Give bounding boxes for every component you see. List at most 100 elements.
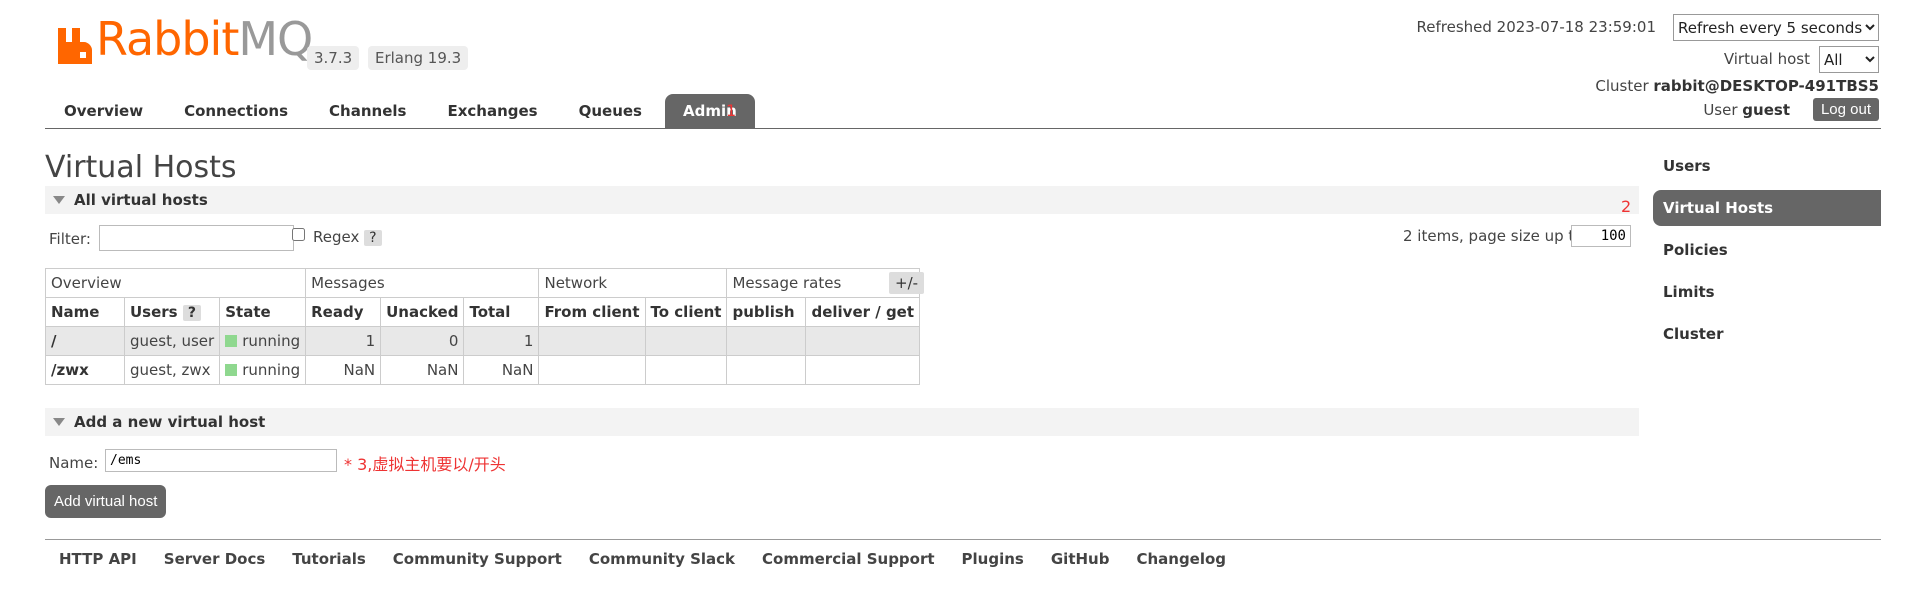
footer-link-community-support[interactable]: Community Support: [393, 550, 562, 568]
footer-link-github[interactable]: GitHub: [1051, 550, 1110, 568]
vhost-unacked: 0: [380, 326, 465, 356]
section-title: All virtual hosts: [74, 191, 208, 209]
add-virtual-host-button[interactable]: Add virtual host: [45, 485, 167, 518]
virtual-host-select[interactable]: All: [1819, 46, 1879, 73]
vhost-to-client: [644, 355, 728, 385]
virtual-hosts-table: Overview Messages Network Message rates …: [44, 268, 921, 385]
sidebar-item-limits[interactable]: Limits: [1653, 274, 1881, 310]
cluster-info: Cluster rabbit@DESKTOP-491TBS5: [1595, 77, 1879, 95]
vhost-name-input[interactable]: [105, 449, 337, 472]
users-help-button[interactable]: ?: [182, 305, 201, 321]
tab-exchanges[interactable]: Exchanges: [429, 94, 555, 128]
col-to-client: To client: [644, 297, 728, 327]
tab-overview[interactable]: Overview: [46, 94, 161, 128]
group-messages: Messages: [305, 268, 540, 298]
regex-label: Regex ?: [313, 228, 382, 246]
col-deliver-get: deliver / get: [805, 297, 921, 327]
filter-input[interactable]: [99, 225, 294, 251]
annotation-1: 1: [726, 101, 737, 120]
vhost-name-link[interactable]: /: [45, 326, 125, 356]
col-name[interactable]: Name: [45, 297, 125, 327]
table-column-header: Name Users ? State Ready Unacked Total F…: [45, 297, 921, 327]
table-group-header: Overview Messages Network Message rates: [44, 268, 921, 298]
logo-text: RabbitMQTM: [96, 12, 328, 66]
col-ready: Ready: [305, 297, 382, 327]
col-from-client: From client: [538, 297, 646, 327]
vhost-deliver-get: [805, 355, 921, 385]
vhost-to-client: [644, 326, 728, 356]
running-status-icon: [225, 335, 238, 347]
refresh-interval-select[interactable]: Refresh every 5 seconds: [1673, 14, 1879, 41]
columns-toggle-button[interactable]: +/-: [889, 272, 925, 294]
sidebar-item-policies[interactable]: Policies: [1653, 232, 1881, 268]
vhost-from-client: [538, 326, 646, 356]
col-publish: publish: [726, 297, 807, 327]
annotation-2: 2: [1621, 197, 1632, 216]
footer-link-commercial-support[interactable]: Commercial Support: [762, 550, 935, 568]
tab-channels[interactable]: Channels: [311, 94, 424, 128]
table-row: / guest, user running 1 0 1: [45, 326, 921, 356]
vhost-deliver-get: [805, 326, 921, 356]
vhost-name-link[interactable]: /zwx: [45, 355, 125, 385]
version-badge: 3.7.3: [307, 46, 360, 70]
cluster-name: rabbit@DESKTOP-491TBS5: [1653, 77, 1879, 95]
virtual-host-label: Virtual host: [1723, 50, 1810, 68]
filter-label: Filter:: [49, 230, 91, 248]
erlang-version-badge: Erlang 19.3: [368, 46, 469, 70]
collapse-triangle-icon: [53, 418, 65, 426]
footer-link-community-slack[interactable]: Community Slack: [589, 550, 735, 568]
main-tabs: Overview Connections Channels Exchanges …: [46, 94, 760, 128]
section-title: Add a new virtual host: [74, 413, 266, 431]
regex-help-button[interactable]: ?: [364, 230, 382, 246]
footer-link-plugins[interactable]: Plugins: [962, 550, 1024, 568]
sidebar-item-cluster[interactable]: Cluster: [1653, 316, 1881, 352]
tab-divider: [45, 128, 1881, 129]
footer-links: HTTP API Server Docs Tutorials Community…: [59, 550, 1253, 568]
group-overview: Overview: [44, 268, 307, 298]
tab-queues[interactable]: Queues: [561, 94, 660, 128]
footer-link-server-docs[interactable]: Server Docs: [164, 550, 266, 568]
logout-button[interactable]: Log out: [1812, 98, 1879, 121]
vhost-publish: [726, 355, 807, 385]
footer-link-http-api[interactable]: HTTP API: [59, 550, 137, 568]
col-total: Total: [463, 297, 540, 327]
regex-checkbox[interactable]: [292, 228, 305, 241]
footer-divider: [45, 539, 1881, 540]
items-count-label: 2 items, page size up to: [1403, 227, 1584, 245]
footer-link-tutorials[interactable]: Tutorials: [292, 550, 365, 568]
sidebar-item-users[interactable]: Users: [1653, 148, 1881, 184]
page-size-input[interactable]: [1571, 225, 1631, 247]
add-virtual-host-section-toggle[interactable]: Add a new virtual host: [45, 408, 1639, 436]
vhost-state: running: [219, 326, 307, 356]
user-info: User guest: [1703, 101, 1790, 119]
tab-admin[interactable]: Admin: [664, 94, 755, 128]
collapse-triangle-icon: [53, 196, 65, 204]
footer-link-changelog[interactable]: Changelog: [1136, 550, 1226, 568]
vhost-users: guest, zwx: [123, 355, 221, 385]
name-label: Name:: [49, 454, 99, 472]
rabbitmq-logo[interactable]: RabbitMQTM: [58, 16, 328, 68]
refreshed-timestamp: Refreshed 2023-07-18 23:59:01: [1416, 18, 1656, 36]
admin-sidebar: Users Virtual Hosts Policies Limits Clus…: [1653, 148, 1881, 358]
vhost-from-client: [538, 355, 646, 385]
col-state: State: [219, 297, 307, 327]
rabbit-logo-icon: [58, 28, 92, 64]
vhost-unacked: NaN: [380, 355, 465, 385]
tab-connections[interactable]: Connections: [166, 94, 306, 128]
vhost-ready: NaN: [305, 355, 382, 385]
group-network: Network: [538, 268, 728, 298]
vhost-ready: 1: [305, 326, 382, 356]
vhost-state: running: [219, 355, 307, 385]
col-users: Users ?: [123, 297, 221, 327]
vhost-publish: [726, 326, 807, 356]
vhost-total: NaN: [463, 355, 540, 385]
running-status-icon: [225, 364, 238, 376]
page-title: Virtual Hosts: [45, 150, 237, 185]
vhost-users: guest, user: [123, 326, 221, 356]
col-unacked: Unacked: [380, 297, 465, 327]
sidebar-item-virtual-hosts[interactable]: Virtual Hosts: [1653, 190, 1881, 226]
all-virtual-hosts-section-toggle[interactable]: All virtual hosts: [45, 186, 1639, 214]
vhost-total: 1: [463, 326, 540, 356]
user-name: guest: [1742, 101, 1790, 119]
table-row: /zwx guest, zwx running NaN NaN NaN: [45, 355, 921, 385]
